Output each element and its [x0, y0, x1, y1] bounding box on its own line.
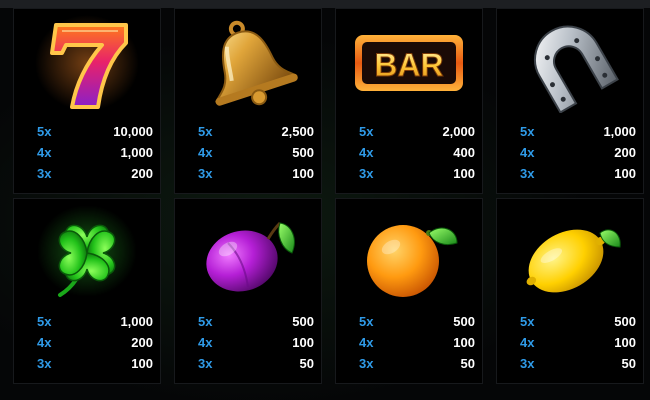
- multiplier-label: 3x: [359, 356, 374, 371]
- multiplier-label: 5x: [359, 314, 374, 329]
- multiplier-label: 3x: [520, 356, 535, 371]
- multiplier-label: 3x: [37, 166, 52, 181]
- payout-amount: 2,500: [281, 124, 314, 139]
- pay-row: 4x 400: [336, 142, 482, 163]
- pay-row: 3x 100: [497, 163, 643, 184]
- payout-amount: 500: [453, 314, 475, 329]
- payout-amount: 100: [131, 356, 153, 371]
- paytable-screen: 5x 10,000 4x 1,000 3x 200 5x 2,500 4x 50…: [0, 0, 650, 400]
- paytable-card-orange: 5x 500 4x 100 3x 50: [335, 198, 483, 384]
- paytable-card-seven: 5x 10,000 4x 1,000 3x 200: [13, 8, 161, 194]
- multiplier-label: 5x: [198, 314, 213, 329]
- payout-amount: 100: [453, 166, 475, 181]
- payout-amount: 200: [614, 145, 636, 160]
- svg-text:BAR: BAR: [374, 47, 443, 83]
- horseshoe-icon: [497, 9, 643, 117]
- pay-row: 5x 10,000: [14, 121, 160, 142]
- pay-row: 5x 2,000: [336, 121, 482, 142]
- pay-row: 3x 100: [175, 163, 321, 184]
- paytable-card-bell: 5x 2,500 4x 500 3x 100: [174, 8, 322, 194]
- pay-row: 5x 1,000: [14, 311, 160, 332]
- multiplier-label: 3x: [359, 166, 374, 181]
- payout-amount: 10,000: [113, 124, 153, 139]
- pay-row: 4x 200: [497, 142, 643, 163]
- paytable-values: 5x 2,000 4x 400 3x 100: [336, 121, 482, 184]
- multiplier-label: 5x: [37, 124, 52, 139]
- paytable-values: 5x 2,500 4x 500 3x 100: [175, 121, 321, 184]
- top-bar: [0, 0, 650, 8]
- seven-icon: [14, 9, 160, 117]
- multiplier-label: 4x: [198, 335, 213, 350]
- pay-row: 5x 1,000: [497, 121, 643, 142]
- pay-row: 3x 50: [497, 353, 643, 374]
- paytable-values: 5x 500 4x 100 3x 50: [175, 311, 321, 374]
- payout-amount: 50: [460, 356, 475, 371]
- multiplier-label: 4x: [359, 335, 374, 350]
- paytable-card-horseshoe: 5x 1,000 4x 200 3x 100: [496, 8, 644, 194]
- pay-row: 4x 100: [497, 332, 643, 353]
- plum-icon: [175, 199, 321, 307]
- payout-amount: 1,000: [120, 145, 153, 160]
- payout-amount: 500: [292, 145, 314, 160]
- pay-row: 3x 50: [175, 353, 321, 374]
- pay-row: 5x 2,500: [175, 121, 321, 142]
- multiplier-label: 5x: [198, 124, 213, 139]
- paytable-card-clover: 5x 1,000 4x 200 3x 100: [13, 198, 161, 384]
- paytable-card-plum: 5x 500 4x 100 3x 50: [174, 198, 322, 384]
- payout-amount: 2,000: [442, 124, 475, 139]
- pay-row: 4x 500: [175, 142, 321, 163]
- multiplier-label: 5x: [359, 124, 374, 139]
- payout-amount: 50: [621, 356, 636, 371]
- multiplier-label: 4x: [520, 335, 535, 350]
- pay-row: 3x 200: [14, 163, 160, 184]
- payout-amount: 100: [292, 166, 314, 181]
- paytable-values: 5x 1,000 4x 200 3x 100: [497, 121, 643, 184]
- multiplier-label: 5x: [520, 124, 535, 139]
- multiplier-label: 3x: [37, 356, 52, 371]
- payout-amount: 500: [614, 314, 636, 329]
- paytable-values: 5x 1,000 4x 200 3x 100: [14, 311, 160, 374]
- pay-row: 5x 500: [336, 311, 482, 332]
- payout-amount: 50: [299, 356, 314, 371]
- multiplier-label: 4x: [37, 335, 52, 350]
- paytable-card-lemon: 5x 500 4x 100 3x 50: [496, 198, 644, 384]
- payout-amount: 1,000: [120, 314, 153, 329]
- multiplier-label: 5x: [520, 314, 535, 329]
- payout-amount: 200: [131, 166, 153, 181]
- multiplier-label: 4x: [520, 145, 535, 160]
- bar-icon: BAR: [336, 9, 482, 117]
- pay-row: 5x 500: [175, 311, 321, 332]
- pay-row: 4x 200: [14, 332, 160, 353]
- pay-row: 4x 1,000: [14, 142, 160, 163]
- payout-amount: 100: [614, 166, 636, 181]
- pay-row: 3x 100: [336, 163, 482, 184]
- lemon-icon: [497, 199, 643, 307]
- payout-amount: 100: [453, 335, 475, 350]
- payout-amount: 100: [292, 335, 314, 350]
- payout-amount: 400: [453, 145, 475, 160]
- paytable-values: 5x 500 4x 100 3x 50: [336, 311, 482, 374]
- multiplier-label: 3x: [198, 166, 213, 181]
- multiplier-label: 3x: [198, 356, 213, 371]
- pay-row: 3x 100: [14, 353, 160, 374]
- bell-icon: [175, 9, 321, 117]
- pay-row: 3x 50: [336, 353, 482, 374]
- paytable-values: 5x 10,000 4x 1,000 3x 200: [14, 121, 160, 184]
- multiplier-label: 4x: [37, 145, 52, 160]
- payout-amount: 500: [292, 314, 314, 329]
- orange-icon: [336, 199, 482, 307]
- paytable-card-bar: BAR 5x 2,000 4x 400 3x 100: [335, 8, 483, 194]
- pay-row: 4x 100: [336, 332, 482, 353]
- pay-row: 5x 500: [497, 311, 643, 332]
- clover-icon: [14, 199, 160, 307]
- multiplier-label: 5x: [37, 314, 52, 329]
- multiplier-label: 4x: [359, 145, 374, 160]
- pay-row: 4x 100: [175, 332, 321, 353]
- payout-amount: 1,000: [603, 124, 636, 139]
- multiplier-label: 3x: [520, 166, 535, 181]
- multiplier-label: 4x: [198, 145, 213, 160]
- paytable-values: 5x 500 4x 100 3x 50: [497, 311, 643, 374]
- payout-amount: 200: [131, 335, 153, 350]
- payout-amount: 100: [614, 335, 636, 350]
